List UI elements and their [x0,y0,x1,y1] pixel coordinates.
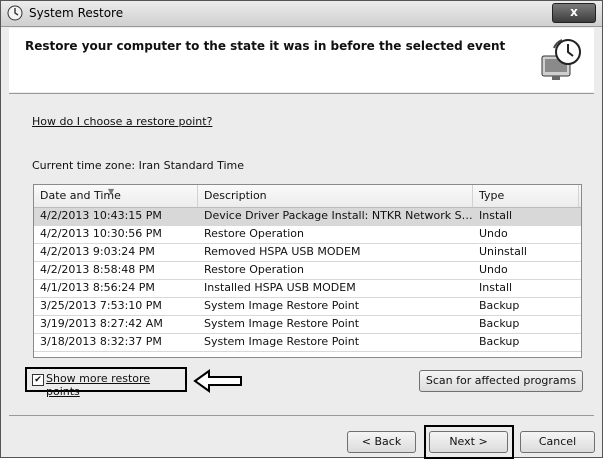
page-title: Restore your computer to the state it wa… [25,39,506,53]
row-type: Undo [479,227,508,240]
timezone-label: Current time zone: Iran Standard Time [32,159,245,172]
window-title: System Restore [29,6,124,20]
system-restore-icon [7,5,23,21]
row-description: Restore Operation [204,263,304,276]
row-date: 4/2/2013 10:30:56 PM [40,227,162,240]
row-date: 3/19/2013 8:27:42 AM [40,317,163,330]
table-row[interactable]: 3/25/2013 7:53:10 PM System Image Restore… [34,298,581,316]
show-more-highlight: ✔ Show more restore points [25,367,187,398]
show-more-checkbox[interactable]: ✔ [32,374,44,386]
row-type: Install [479,209,513,222]
table-row[interactable]: 4/2/2013 10:30:56 PM Restore Operation Und… [34,226,581,244]
cancel-button[interactable]: Cancel [520,431,595,453]
next-button[interactable]: Next > [429,431,508,453]
row-date: 3/18/2013 8:32:37 PM [40,335,162,348]
table-row[interactable]: 4/2/2013 9:03:24 PM Removed HSPA USB MODE… [34,244,581,262]
row-description: Device Driver Package Install: NTKR Netw… [204,209,473,222]
row-date: 3/25/2013 7:53:10 PM [40,299,162,312]
restore-clock-icon [541,39,581,80]
table-row[interactable]: 4/1/2013 8:56:24 PM Installed HSPA USB MO… [34,280,581,298]
row-description: System Image Restore Point [204,317,360,330]
list-header: Date and Time ▼ Description Type [34,185,581,208]
header-separator [9,93,594,94]
row-description: Removed HSPA USB MODEM [204,245,361,258]
row-type: Backup [479,317,520,330]
table-row[interactable]: 3/18/2013 8:32:37 PM System Image Restore… [34,334,581,352]
row-type: Undo [479,263,508,276]
table-row[interactable]: 4/2/2013 10:43:15 PM Device Driver Packag… [34,208,581,226]
row-description: System Image Restore Point [204,335,360,348]
system-restore-window: System Restore x Restore your computer t… [0,0,603,459]
left-arrow-icon [193,369,242,393]
how-to-choose-link[interactable]: How do I choose a restore point? [32,115,212,128]
row-type: Backup [479,299,520,312]
row-description: Restore Operation [204,227,304,240]
footer-separator [9,415,594,416]
row-date: 4/1/2013 8:56:24 PM [40,281,155,294]
scan-affected-programs-button[interactable]: Scan for affected programs [419,370,583,392]
close-button[interactable]: x [552,3,596,23]
row-description: Installed HSPA USB MODEM [204,281,356,294]
row-date: 4/2/2013 9:03:24 PM [40,245,155,258]
row-type: Uninstall [479,245,527,258]
sort-down-icon: ▼ [108,187,115,196]
list-rows: 4/2/2013 10:43:15 PM Device Driver Packag… [34,208,581,352]
show-more-label[interactable]: Show more restore points [46,372,185,398]
wizard-header: Restore your computer to the state it wa… [9,28,594,92]
row-date: 4/2/2013 8:58:48 PM [40,263,155,276]
row-description: System Image Restore Point [204,299,360,312]
row-date: 4/2/2013 10:43:15 PM [40,209,162,222]
table-row[interactable]: 3/19/2013 8:27:42 AM System Image Restore… [34,316,581,334]
restore-points-list[interactable]: Date and Time ▼ Description Type 4/2/201… [33,184,582,358]
column-header-type[interactable]: Type [473,185,579,207]
column-header-date[interactable]: Date and Time ▼ [34,185,198,207]
table-row[interactable]: 4/2/2013 8:58:48 PM Restore Operation Undo [34,262,581,280]
row-type: Backup [479,335,520,348]
row-type: Install [479,281,513,294]
title-bar[interactable]: System Restore x [1,1,602,27]
column-header-description[interactable]: Description [198,185,473,207]
back-button[interactable]: < Back [347,431,416,453]
